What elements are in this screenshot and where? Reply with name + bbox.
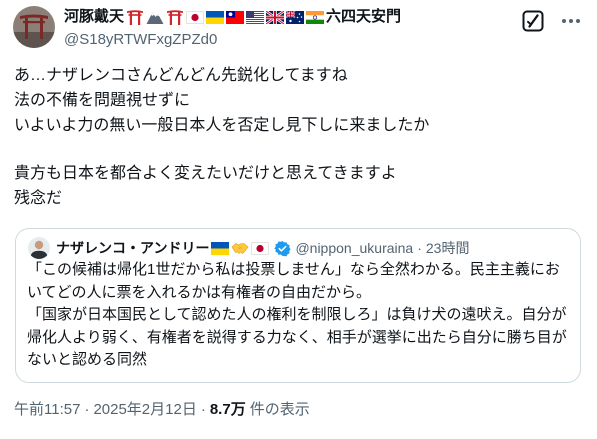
tweet-date[interactable]: 2025年2月12日 bbox=[93, 401, 196, 418]
flag-ukraine-icon bbox=[206, 8, 225, 26]
author-handle[interactable]: @S18yRTWFxgZPZd0 bbox=[64, 30, 217, 50]
tweet-line: 貴方も日本を都合よく変えたいだけと思えてきますよ bbox=[14, 165, 397, 182]
grok-button[interactable] bbox=[521, 9, 545, 33]
grok-icon bbox=[521, 9, 545, 33]
tweet-line: あ…ナザレンコさんどんどん先鋭化してますね bbox=[14, 67, 348, 84]
flag-japan-icon bbox=[186, 8, 205, 26]
author-name-emojis bbox=[125, 8, 325, 26]
tweet-line: いよいよ力の無い一般日本人を否定し見下しに来ましたか bbox=[14, 117, 430, 134]
flag-ukraine-icon bbox=[211, 239, 230, 257]
quote-paragraph: 「この候補は帰化1世だから私は投票しません」なら全然わかる。民主主義においてどの… bbox=[27, 261, 560, 301]
quoted-tweet-header: ナザレンコ・アンドリー @nippon_ukuraina · 23時間 bbox=[28, 236, 469, 260]
flag-india-icon bbox=[306, 8, 325, 26]
quoted-tweet-card[interactable]: ナザレンコ・アンドリー @nippon_ukuraina · 23時間 「この候… bbox=[15, 228, 581, 383]
tweet-text: あ…ナザレンコさんどんどん先鋭化してますね 法の不備を問題視せずに いよいよ力の… bbox=[14, 63, 584, 211]
quote-separator: · bbox=[417, 240, 422, 256]
quote-paragraph: 「国家が日本国民として認めた人の権利を制限しろ」は負け犬の遠吠え。自分が帰化人よ… bbox=[27, 306, 567, 368]
meta-separator: · bbox=[200, 401, 206, 418]
snow-mountain-icon bbox=[146, 8, 164, 26]
view-count-label: 件の表示 bbox=[249, 401, 310, 418]
author-display-name[interactable]: 河豚戴天 bbox=[64, 6, 124, 28]
torii-icon bbox=[166, 8, 184, 26]
more-options-button[interactable] bbox=[559, 9, 583, 33]
author-avatar[interactable] bbox=[13, 6, 55, 48]
flag-uk-icon bbox=[266, 8, 285, 26]
handshake-icon bbox=[231, 239, 249, 257]
quoted-tweet-text: 「この候補は帰化1世だから私は投票しません」なら全然わかる。民主主義においてどの… bbox=[27, 259, 573, 372]
tweet: 河豚戴天 六四天安門 @S18yRTWFxgZPZd0 あ…ナザレンコさんどんど… bbox=[0, 0, 597, 439]
tweet-meta: 午前11:57 · 2025年2月12日 · 8.7万 件の表示 bbox=[14, 399, 310, 421]
tweet-line: 残念だ bbox=[14, 190, 63, 207]
meta-separator: · bbox=[84, 401, 90, 418]
author-name-row[interactable]: 河豚戴天 六四天安門 bbox=[64, 6, 401, 28]
flag-australia-icon bbox=[286, 8, 305, 26]
author-name-suffix[interactable]: 六四天安門 bbox=[326, 6, 401, 28]
tweet-time[interactable]: 午前11:57 bbox=[14, 401, 80, 418]
flag-japan-icon bbox=[251, 239, 270, 257]
torii-icon bbox=[126, 8, 144, 26]
quote-author-avatar[interactable] bbox=[28, 237, 50, 259]
flag-taiwan-icon bbox=[226, 8, 245, 26]
quote-author-name[interactable]: ナザレンコ・アンドリー bbox=[56, 238, 209, 258]
view-count[interactable]: 8.7万 bbox=[210, 401, 246, 418]
quote-timestamp[interactable]: 23時間 bbox=[426, 238, 470, 258]
quote-author-emojis bbox=[210, 239, 270, 257]
quote-author-handle[interactable]: @nippon_ukuraina bbox=[295, 238, 413, 258]
flag-usa-icon bbox=[246, 8, 265, 26]
tweet-line: 法の不備を問題視せずに bbox=[14, 92, 191, 109]
verified-badge-icon[interactable] bbox=[273, 239, 291, 257]
more-icon bbox=[559, 9, 583, 33]
